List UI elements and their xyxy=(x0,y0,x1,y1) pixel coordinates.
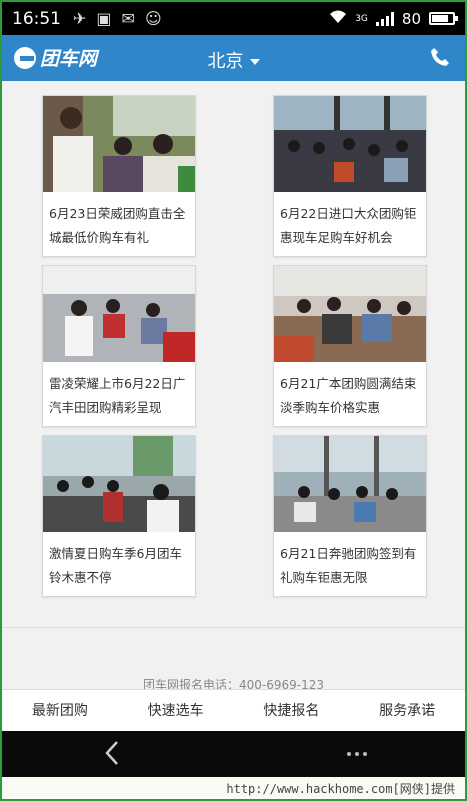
tab-quick-select[interactable]: 快速选车 xyxy=(118,690,234,731)
article-image xyxy=(274,266,426,362)
article-title: 6月21广本团购圆满结束淡季购车价格实惠 xyxy=(280,376,417,415)
signal-icon xyxy=(375,11,394,26)
bottom-tab-bar: 最新团购 快速选车 快捷报名 服务承诺 xyxy=(2,689,465,731)
article-card[interactable]: 6月21日奔驰团购签到有礼购车钜惠无限 xyxy=(273,435,427,597)
article-card[interactable]: 6月21广本团购圆满结束淡季购车价格实惠 xyxy=(273,265,427,427)
article-image xyxy=(274,96,426,192)
status-bar: 16:51 ✈ ▣ ✉ ☺ 3G 80 xyxy=(2,2,465,35)
article-image xyxy=(274,436,426,532)
tab-service-promise[interactable]: 服务承诺 xyxy=(349,690,465,731)
article-image xyxy=(43,266,195,362)
screen: 16:51 ✈ ▣ ✉ ☺ 3G 80 团车网 北京 6月23日荣威团购直击全城… xyxy=(0,0,467,801)
back-icon[interactable] xyxy=(102,739,122,767)
article-card[interactable]: 激情夏日购车季6月团车铃木惠不停 xyxy=(42,435,196,597)
article-title: 6月22日进口大众团购钜惠现车足购车好机会 xyxy=(280,206,417,245)
phone-icon[interactable] xyxy=(429,46,451,68)
article-title: 6月23日荣威团购直击全城最低价购车有礼 xyxy=(49,206,186,245)
article-card[interactable]: 6月23日荣威团购直击全城最低价购车有礼 xyxy=(42,95,196,257)
wifi-icon xyxy=(329,10,347,28)
article-grid: 6月23日荣威团购直击全城最低价购车有礼 6月22日进口大众团购钜惠现车足购车好… xyxy=(2,81,465,692)
battery-icon xyxy=(429,12,458,25)
city-name: 北京 xyxy=(207,51,244,72)
status-time: 16:51 xyxy=(12,8,61,29)
chat-icon: ☺ xyxy=(144,9,162,28)
article-title: 6月21日奔驰团购签到有礼购车钜惠无限 xyxy=(280,546,417,585)
article-title: 激情夏日购车季6月团车铃木惠不停 xyxy=(49,546,182,585)
article-card[interactable]: 6月22日进口大众团购钜惠现车足购车好机会 xyxy=(273,95,427,257)
article-card[interactable]: 雷凌荣耀上市6月22日广汽丰田团购精彩呈现 xyxy=(42,265,196,427)
city-selector[interactable]: 北京 xyxy=(2,47,465,73)
mail-icon: ✉ xyxy=(121,9,135,28)
app-header: 团车网 北京 xyxy=(2,35,465,81)
tab-quick-signup[interactable]: 快捷报名 xyxy=(234,690,350,731)
article-image xyxy=(43,96,195,192)
image-icon: ▣ xyxy=(96,9,112,28)
watermark: http://www.hackhome.com[网侠]提供 xyxy=(2,777,465,799)
chevron-down-icon xyxy=(249,59,260,65)
article-title: 雷凌荣耀上市6月22日广汽丰田团购精彩呈现 xyxy=(49,376,186,415)
system-nav-bar xyxy=(2,731,465,777)
more-icon[interactable] xyxy=(347,752,367,756)
footer-divider xyxy=(2,627,465,628)
notification-icon: ✈ xyxy=(73,9,87,28)
battery-percent: 80 xyxy=(401,9,421,28)
tab-latest-deals[interactable]: 最新团购 xyxy=(2,690,118,731)
network-type: 3G xyxy=(355,13,368,24)
article-image xyxy=(43,436,195,532)
